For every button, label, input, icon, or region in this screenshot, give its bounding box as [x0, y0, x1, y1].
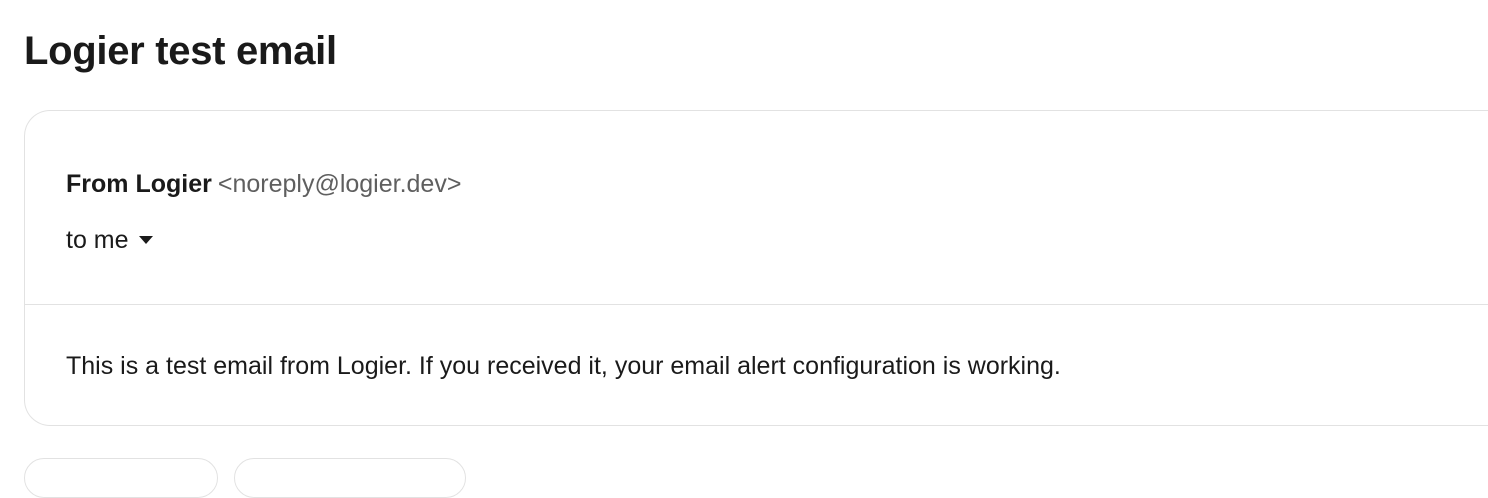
- caret-down-icon: [138, 236, 153, 244]
- recipient-details-toggle[interactable]: to me: [66, 225, 153, 255]
- sender-name: From Logier: [66, 170, 212, 198]
- recipient-label: to me: [66, 226, 129, 254]
- sender-line: From Logier <noreply@logier.dev>: [66, 169, 461, 199]
- email-card: From Logier <noreply@logier.dev> to me Th…: [24, 110, 1488, 426]
- email-body: This is a test email from Logier. If you…: [66, 352, 1061, 380]
- forward-button[interactable]: [234, 458, 466, 498]
- reply-button[interactable]: [24, 458, 218, 498]
- sender-address: <noreply@logier.dev>: [217, 170, 462, 198]
- email-subject: Logier test email: [24, 29, 337, 73]
- email-header: From Logier <noreply@logier.dev> to me: [25, 111, 1488, 305]
